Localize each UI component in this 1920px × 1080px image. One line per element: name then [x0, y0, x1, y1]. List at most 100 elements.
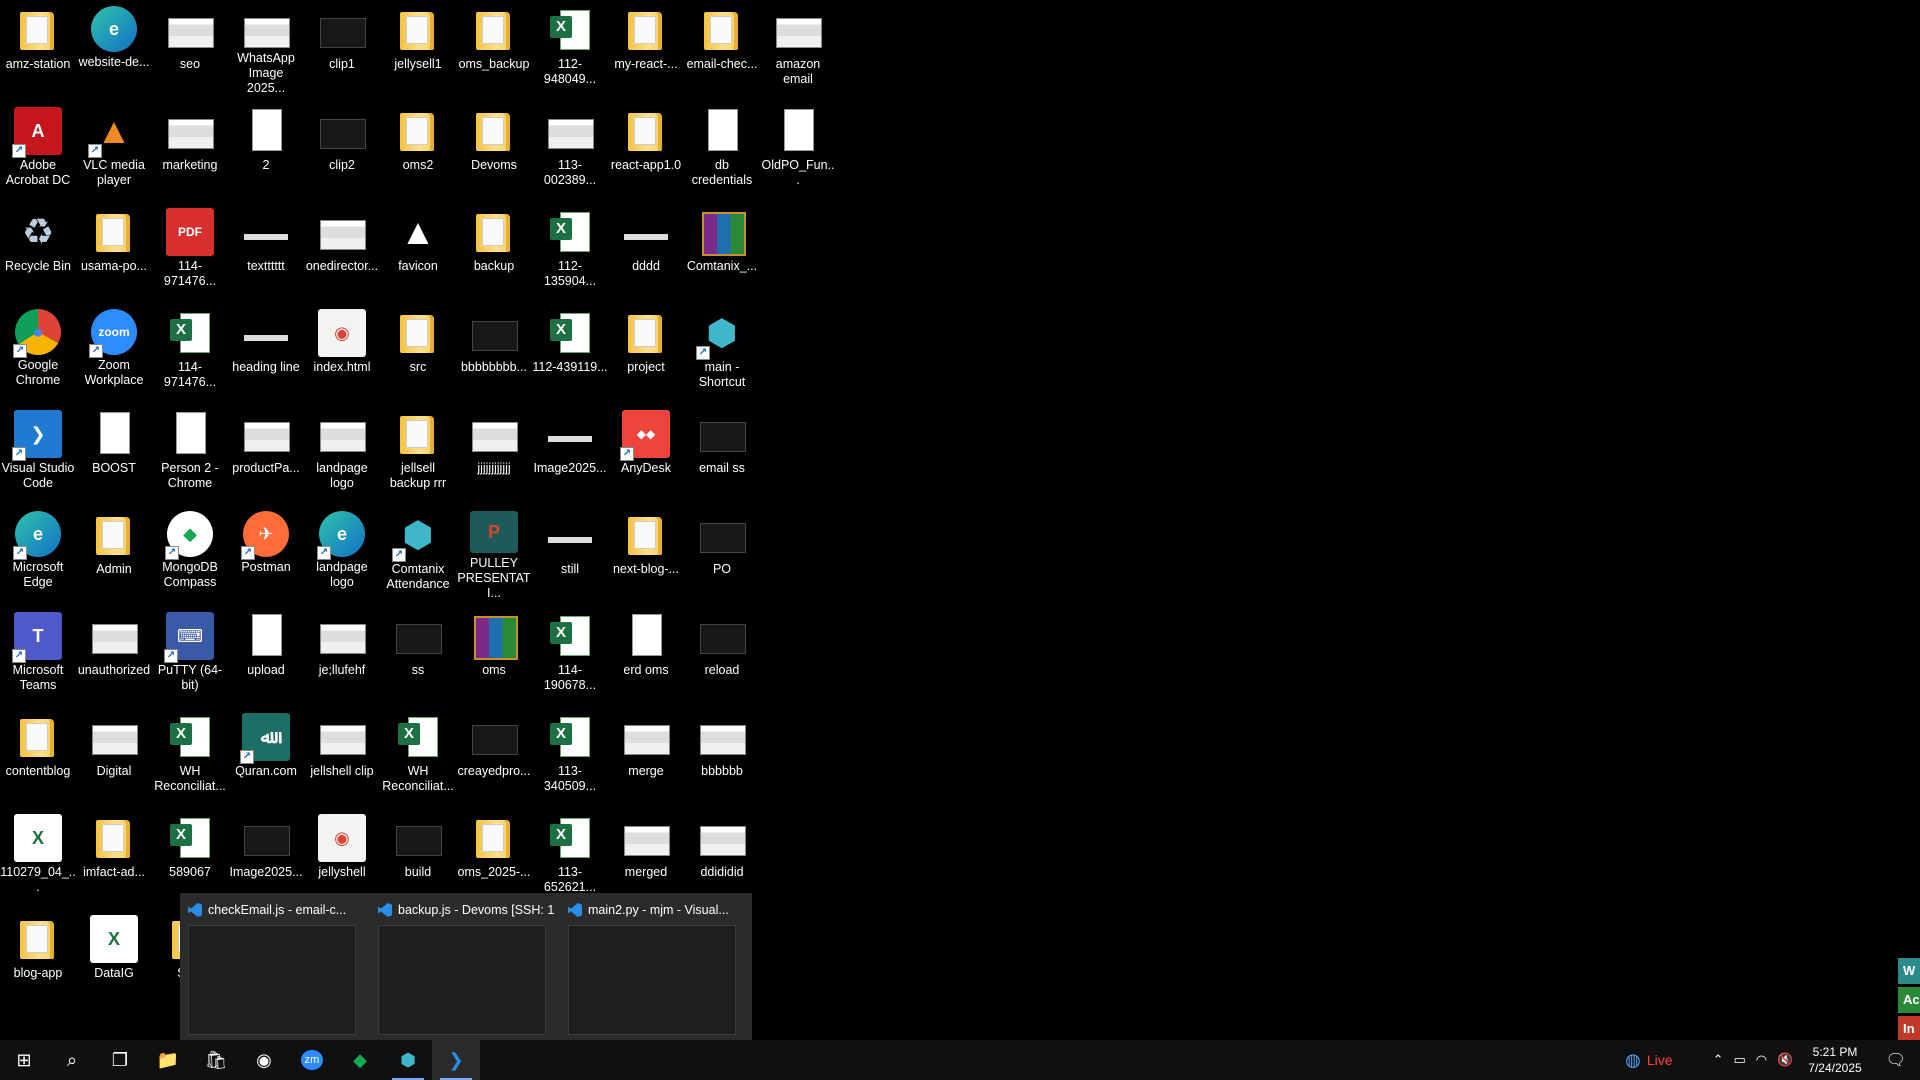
desktop-icon-putty-64-bit[interactable]: ⌨PuTTY (64-bit)	[152, 606, 228, 702]
desktop-icon-recycle-bin[interactable]: ♻ Recycle Bin	[0, 202, 76, 298]
taskbar-vscode-button[interactable]: ❯	[432, 1040, 480, 1080]
desktop-icon-productpa[interactable]: productPa...	[228, 404, 304, 500]
desktop-icon-jellysell1[interactable]: jellysell1	[380, 0, 456, 96]
desktop-icon-oms[interactable]: oms	[456, 606, 532, 702]
desktop-icon-wh-reconciliat[interactable]: X WH Reconciliat...	[380, 707, 456, 803]
desktop-icon-mongodb-compass[interactable]: ◆MongoDB Compass	[152, 505, 228, 601]
desktop-icon-landpage-logo[interactable]: elandpage logo	[304, 505, 380, 601]
desktop-icon-bbbbbbbb[interactable]: bbbbbbbb...	[456, 303, 532, 399]
desktop-icon-po[interactable]: PO	[684, 505, 760, 601]
desktop-icon-imfact-ad[interactable]: imfact-ad...	[76, 808, 152, 904]
desktop-icon-114-971476[interactable]: X 114-971476...	[152, 303, 228, 399]
desktop-icon-quran-com[interactable]: ﷲQuran.com	[228, 707, 304, 803]
desktop-icon-unauthorized[interactable]: unauthorized	[76, 606, 152, 702]
desktop-icon-bbbbbb[interactable]: bbbbbb	[684, 707, 760, 803]
desktop-icon-reload[interactable]: reload	[684, 606, 760, 702]
side-tab-w[interactable]: W	[1898, 958, 1920, 984]
notification-icon[interactable]: 🗨	[1872, 1050, 1920, 1070]
taskbar-zoom-button[interactable]: zm	[288, 1040, 336, 1080]
desktop-icon-113-652621[interactable]: X 113-652621...	[532, 808, 608, 904]
desktop-icon-index-html[interactable]: ◉ index.html	[304, 303, 380, 399]
desktop-icon-digital[interactable]: Digital	[76, 707, 152, 803]
desktop-icon-comtanix-attendance[interactable]: ⬢Comtanix Attendance	[380, 505, 456, 601]
desktop-icon-114-971476[interactable]: PDF 114-971476...	[152, 202, 228, 298]
desktop-icon-112-135904[interactable]: X 112-135904...	[532, 202, 608, 298]
taskbar-chrome-button[interactable]: ◉	[240, 1040, 288, 1080]
desktop-icon-build[interactable]: build	[380, 808, 456, 904]
desktop-icon-jellshell-clip[interactable]: jellshell clip	[304, 707, 380, 803]
desktop-icon-jellyshell[interactable]: ◉ jellyshell	[304, 808, 380, 904]
thumbnail-vscode-window-3[interactable]: main2.py - mjm - Visual...	[560, 893, 750, 1040]
weather-widget[interactable]: ◍ Live	[1620, 1050, 1677, 1071]
desktop-icon-adobe-acrobat-dc[interactable]: AAdobe Acrobat DC	[0, 101, 76, 197]
desktop-icon-project[interactable]: project	[608, 303, 684, 399]
desktop-icon-zoom-workplace[interactable]: zoomZoom Workplace	[76, 303, 152, 399]
desktop-icon-ddididid[interactable]: ddididid	[684, 808, 760, 904]
desktop-icon-oms-backup[interactable]: oms_backup	[456, 0, 532, 96]
taskbar-search-button[interactable]: ⌕	[48, 1040, 96, 1080]
desktop-icon-amz-station[interactable]: amz-station	[0, 0, 76, 96]
desktop-icon-google-chrome[interactable]: ●Google Chrome	[0, 303, 76, 399]
desktop-icon-112-948049[interactable]: X 112-948049...	[532, 0, 608, 96]
desktop-icon-vlc-media-player[interactable]: ▲VLC media player	[76, 101, 152, 197]
desktop-icon-je-llufehf[interactable]: je;llufehf	[304, 606, 380, 702]
desktop-icon-image2025[interactable]: Image2025...	[228, 808, 304, 904]
desktop-icon-anydesk[interactable]: ◆◆AnyDesk	[608, 404, 684, 500]
desktop-icon-dddd[interactable]: dddd	[608, 202, 684, 298]
battery-icon[interactable]: ▭	[1728, 1052, 1750, 1068]
desktop-icon-my-react[interactable]: my-react-...	[608, 0, 684, 96]
desktop-icon-db-credentials[interactable]: db credentials	[684, 101, 760, 197]
taskbar-comtanix-button[interactable]: ⬢	[384, 1040, 432, 1080]
desktop-icon-landpage-logo[interactable]: landpage logo	[304, 404, 380, 500]
side-tab-ac[interactable]: Ac	[1898, 987, 1920, 1013]
desktop-icon-comtanix[interactable]: Comtanix_...	[684, 202, 760, 298]
desktop-icon-seo[interactable]: seo	[152, 0, 228, 96]
desktop-icon-whatsapp-image-2025[interactable]: WhatsApp Image 2025...	[228, 0, 304, 96]
desktop-icon-wh-reconciliat[interactable]: X WH Reconciliat...	[152, 707, 228, 803]
desktop-icon-upload[interactable]: upload	[228, 606, 304, 702]
desktop-icon-website-de[interactable]: e website-de...	[76, 0, 152, 96]
desktop-icon-heading-line[interactable]: heading line	[228, 303, 304, 399]
desktop-icon-clip1[interactable]: clip1	[304, 0, 380, 96]
desktop-icon-textttttt[interactable]: textttttt	[228, 202, 304, 298]
desktop-icon-2[interactable]: 2	[228, 101, 304, 197]
desktop-icon-postman[interactable]: ✈Postman	[228, 505, 304, 601]
desktop-icon-boost[interactable]: BOOST	[76, 404, 152, 500]
thumbnail-vscode-window-1[interactable]: checkEmail.js - email-c...	[180, 893, 370, 1040]
desktop-icon-112-439119[interactable]: X 112-439119...	[532, 303, 608, 399]
desktop-icon-113-002389[interactable]: 113-002389...	[532, 101, 608, 197]
desktop-icon-onedirector[interactable]: onedirector...	[304, 202, 380, 298]
desktop-icon-main-shortcut[interactable]: ⬢main - Shortcut	[684, 303, 760, 399]
taskbar-store-button[interactable]: 🛍	[192, 1040, 240, 1080]
desktop-icon-email-ss[interactable]: email ss	[684, 404, 760, 500]
desktop-icon-marketing[interactable]: marketing	[152, 101, 228, 197]
volume-muted-icon[interactable]: 🔇	[1772, 1052, 1798, 1068]
desktop-icon-react-app1-0[interactable]: react-app1.0	[608, 101, 684, 197]
side-tab-in[interactable]: In	[1898, 1016, 1920, 1042]
desktop-icon-dataig[interactable]: X DataIG	[76, 909, 152, 1005]
desktop-icon-microsoft-teams[interactable]: TMicrosoft Teams	[0, 606, 76, 702]
desktop-icon-pulley-presentati[interactable]: P PULLEY PRESENTATI...	[456, 505, 532, 601]
desktop-icon-110279-04[interactable]: X 110279_04_...	[0, 808, 76, 904]
desktop-icon-image2025[interactable]: Image2025...	[532, 404, 608, 500]
desktop-icon-oldpo-fun[interactable]: OldPO_Fun...	[760, 101, 836, 197]
desktop-icon-blog-app[interactable]: blog-app	[0, 909, 76, 1005]
desktop-icon-src[interactable]: src	[380, 303, 456, 399]
desktop-icon-contentblog[interactable]: contentblog	[0, 707, 76, 803]
desktop-icon-backup[interactable]: backup	[456, 202, 532, 298]
desktop-icon-usama-po[interactable]: usama-po...	[76, 202, 152, 298]
clock[interactable]: 5:21 PM 7/24/2025	[1798, 1044, 1871, 1076]
desktop-icon-113-340509[interactable]: X 113-340509...	[532, 707, 608, 803]
desktop-icon-next-blog[interactable]: next-blog-...	[608, 505, 684, 601]
desktop-icon-still[interactable]: still	[532, 505, 608, 601]
desktop-icon-visual-studio-code[interactable]: ❯Visual Studio Code	[0, 404, 76, 500]
wifi-icon[interactable]: ◠	[1751, 1052, 1772, 1068]
desktop-icon-oms2[interactable]: oms2	[380, 101, 456, 197]
desktop-icon-jellsell-backup-rrr[interactable]: jellsell backup rrr	[380, 404, 456, 500]
thumbnail-vscode-window-2[interactable]: backup.js - Devoms [SSH: 199.1...	[370, 893, 560, 1040]
taskbar-task-view-button[interactable]: ❐	[96, 1040, 144, 1080]
desktop-icon-114-190678[interactable]: X 114-190678...	[532, 606, 608, 702]
desktop-icon-microsoft-edge[interactable]: eMicrosoft Edge	[0, 505, 76, 601]
desktop-icon-jjjjjjjjjjjj[interactable]: jjjjjjjjjjjj	[456, 404, 532, 500]
desktop-icon-email-chec[interactable]: email-chec...	[684, 0, 760, 96]
